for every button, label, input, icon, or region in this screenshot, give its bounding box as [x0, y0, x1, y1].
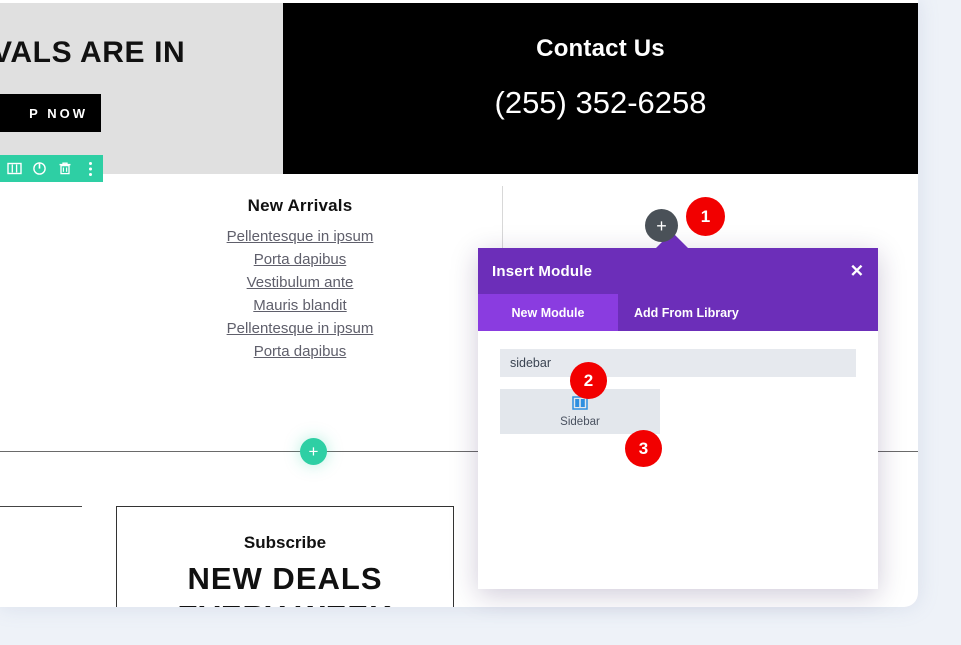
dialog-title: Insert Module — [492, 262, 593, 280]
new-arrivals-link[interactable]: Pellentesque in ipsum — [227, 228, 374, 245]
tab-new-module[interactable]: New Module — [478, 294, 618, 331]
screen-root: VALS ARE IN P NOW Contact Us (255) 352-6… — [0, 0, 961, 645]
insert-module-dialog: Insert Module ✕ New Module Add From Libr… — [478, 248, 878, 589]
new-arrivals-title: New Arrivals — [247, 196, 353, 215]
subscribe-line1: NEW DEALS — [187, 561, 383, 596]
promo-left-module[interactable]: VALS ARE IN P NOW — [0, 3, 283, 182]
more-vertical-icon[interactable] — [78, 155, 103, 182]
new-arrivals-link[interactable]: Porta dapibus — [254, 251, 347, 268]
dialog-tabs: New Module Add From Library — [478, 294, 878, 331]
annotation-badge-1: 1 — [686, 197, 725, 236]
list-item: Mauris blandit — [160, 297, 440, 315]
power-icon[interactable] — [27, 155, 52, 182]
module-tile-label: Sidebar — [560, 415, 600, 428]
contact-title: Contact Us — [536, 35, 665, 62]
columns-icon[interactable] — [2, 155, 27, 182]
new-arrivals-list: Pellentesque in ipsum Porta dapibus Vest… — [160, 228, 440, 361]
search-input[interactable] — [500, 349, 856, 377]
annotation-badge-3: 3 — [625, 430, 662, 467]
add-module-button[interactable]: + — [645, 209, 678, 242]
new-arrivals-link[interactable]: Porta dapibus — [254, 343, 347, 360]
list-item: Porta dapibus — [160, 343, 440, 361]
module-action-toolbar[interactable] — [0, 155, 103, 182]
new-arrivals-link[interactable]: Pellentesque in ipsum — [227, 320, 374, 337]
lower-rule — [0, 506, 82, 507]
tab-add-from-library[interactable]: Add From Library — [618, 294, 755, 331]
annotation-badge-2: 2 — [570, 362, 607, 399]
list-item: Pellentesque in ipsum — [160, 320, 440, 338]
module-grid: Sidebar — [500, 389, 856, 434]
close-icon[interactable]: ✕ — [850, 263, 864, 280]
list-item: Pellentesque in ipsum — [160, 228, 440, 246]
add-row-button[interactable]: + — [300, 438, 327, 465]
list-item: Porta dapibus — [160, 251, 440, 269]
dialog-body: Sidebar — [478, 331, 878, 589]
contact-phone: (255) 352-6258 — [494, 85, 707, 120]
new-arrivals-module: New Arrivals Pellentesque in ipsum Porta… — [160, 196, 440, 366]
list-item: Vestibulum ante — [160, 274, 440, 292]
subscribe-module: Subscribe NEW DEALS EVERY WEEK — [116, 506, 454, 607]
new-arrivals-link[interactable]: Vestibulum ante — [247, 274, 354, 291]
new-arrivals-link[interactable]: Mauris blandit — [253, 297, 346, 314]
dialog-header: Insert Module ✕ — [478, 248, 878, 294]
shop-now-button[interactable]: P NOW — [0, 94, 101, 132]
contact-module: Contact Us (255) 352-6258 — [283, 3, 918, 174]
subscribe-kicker: Subscribe — [243, 533, 327, 552]
subscribe-line2: EVERY WEEK — [117, 599, 453, 607]
trash-icon[interactable] — [53, 155, 78, 182]
promo-strip: VALS ARE IN P NOW Contact Us (255) 352-6… — [0, 3, 918, 182]
promo-headline: VALS ARE IN — [0, 36, 186, 69]
